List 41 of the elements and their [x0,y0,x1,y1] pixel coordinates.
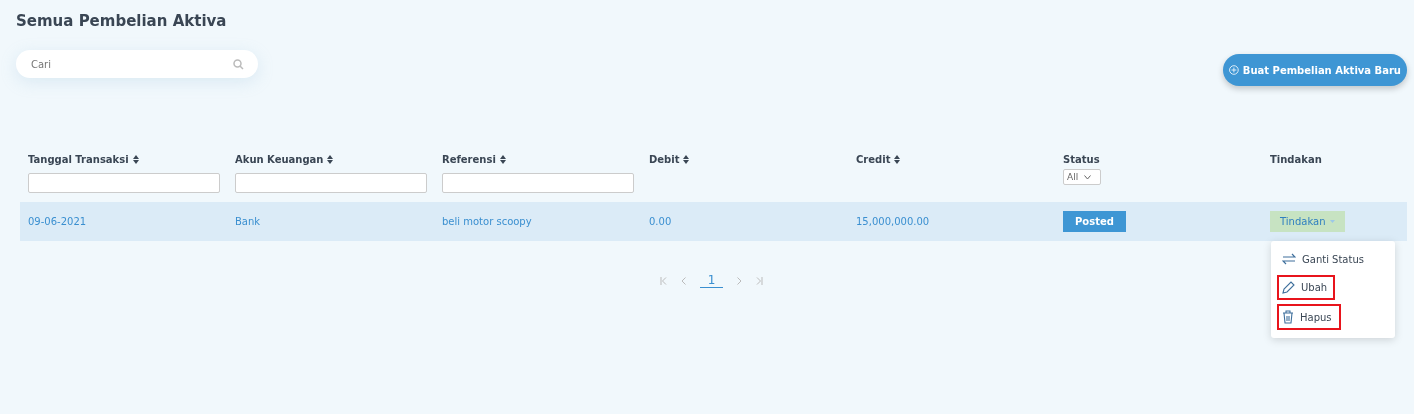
sort-icon[interactable] [132,155,139,164]
table-cell: 09-06-2021 [28,216,87,227]
create-button[interactable]: Buat Pembelian Aktiva Baru [1223,54,1407,86]
table-cell: 0.00 [649,216,672,227]
trash-icon [1282,310,1294,324]
next-page-icon[interactable] [737,276,743,285]
column-header: Status [1063,154,1100,165]
column-header: Debit [649,154,680,165]
status-select[interactable]: All [1063,169,1101,185]
menu-item[interactable]: Ubah [1277,275,1336,300]
filter-input[interactable] [442,173,634,193]
page-number[interactable]: 1 [699,273,724,288]
filter-input[interactable] [235,173,427,193]
sort-icon[interactable] [327,155,334,164]
sort-icon[interactable] [894,155,901,164]
column-header: Credit [856,154,891,165]
search-icon[interactable] [233,59,244,70]
status-badge: Posted [1063,211,1126,232]
last-page-icon[interactable] [756,276,764,285]
chevron-down-icon [1084,174,1092,180]
column-header: Tindakan [1270,154,1322,165]
first-page-icon[interactable] [659,276,667,285]
menu-item[interactable]: Ganti Status [1277,247,1372,271]
menu-item[interactable]: Hapus [1277,304,1341,330]
action-dropdown-button[interactable]: Tindakan [1270,211,1346,232]
column-header: Akun Keuangan [235,154,324,165]
column-header: Tanggal Transaksi [28,154,129,165]
sort-icon[interactable] [683,155,690,164]
pencil-icon [1282,281,1295,294]
search-field[interactable]: Cari [16,50,258,78]
table-cell: beli motor scoopy [442,216,532,227]
swap-icon [1282,253,1296,265]
caret-icon [1330,220,1336,223]
filter-input[interactable] [28,173,220,193]
previous-page-icon[interactable] [680,276,686,285]
table-cell: 15,000,000.00 [856,216,930,227]
sort-icon[interactable] [499,155,506,164]
page-title: Semua Pembelian Aktiva [16,12,228,30]
column-header: Referensi [442,154,496,165]
table-cell: Bank [235,216,261,227]
plus-icon [1229,64,1239,76]
